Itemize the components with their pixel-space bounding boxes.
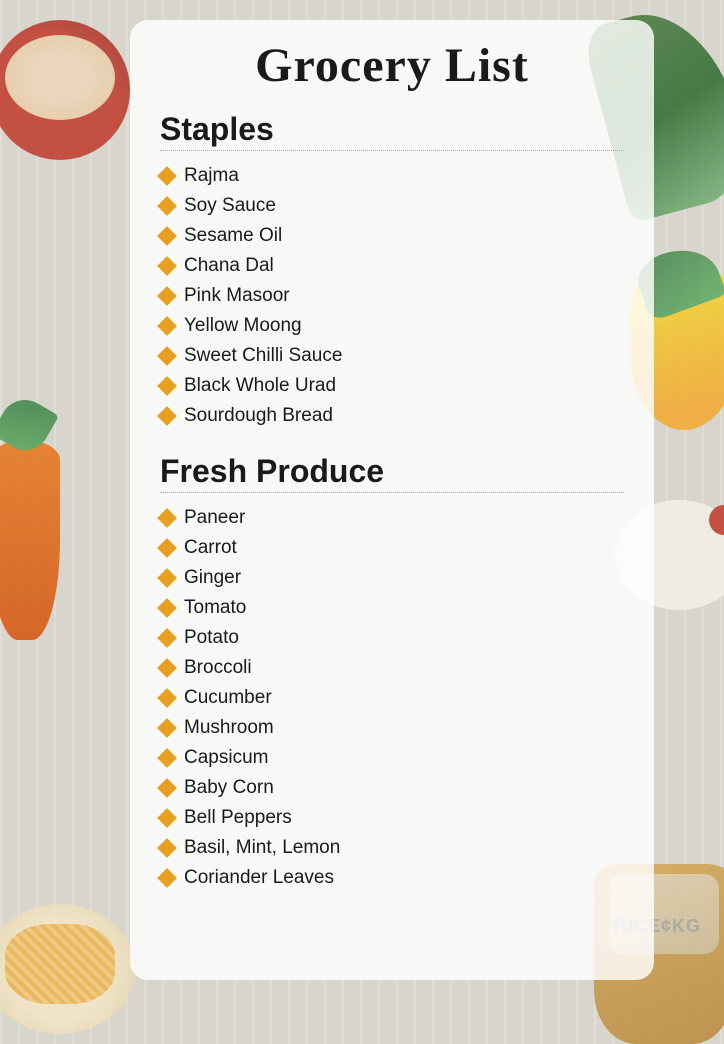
fresh-produce-divider — [160, 492, 624, 493]
diamond-icon — [157, 598, 177, 618]
item-label: Mushroom — [184, 717, 274, 739]
item-label: Potato — [184, 627, 239, 649]
item-label: Baby Corn — [184, 777, 274, 799]
fresh-produce-section-title: Fresh Produce — [160, 453, 624, 490]
staples-list: Rajma Soy Sauce Sesame Oil Chana Dal Pin… — [160, 161, 624, 431]
diamond-icon — [157, 226, 177, 246]
list-item: Carrot — [160, 533, 624, 563]
diamond-icon — [157, 868, 177, 888]
diamond-icon — [157, 406, 177, 426]
diamond-icon — [157, 286, 177, 306]
staples-divider — [160, 150, 624, 151]
list-item: Ginger — [160, 563, 624, 593]
item-label: Ginger — [184, 567, 241, 589]
list-item: Sourdough Bread — [160, 401, 624, 431]
list-item: Potato — [160, 623, 624, 653]
content-card: Grocery List Staples Rajma Soy Sauce Ses… — [130, 20, 654, 980]
item-label: Black Whole Urad — [184, 375, 336, 397]
list-item: Mushroom — [160, 713, 624, 743]
list-item: Paneer — [160, 503, 624, 533]
diamond-icon — [157, 376, 177, 396]
item-label: Rajma — [184, 165, 239, 187]
diamond-icon — [157, 628, 177, 648]
item-label: Tomato — [184, 597, 246, 619]
item-label: Capsicum — [184, 747, 268, 769]
list-item: Coriander Leaves — [160, 863, 624, 893]
item-label: Basil, Mint, Lemon — [184, 837, 340, 859]
item-label: Broccoli — [184, 657, 252, 679]
list-item: Capsicum — [160, 743, 624, 773]
item-label: Pink Masoor — [184, 285, 290, 307]
list-item: Tomato — [160, 593, 624, 623]
diamond-icon — [157, 838, 177, 858]
item-label: Sweet Chilli Sauce — [184, 345, 342, 367]
diamond-icon — [157, 778, 177, 798]
fresh-produce-list: Paneer Carrot Ginger Tomato Potato Brocc… — [160, 503, 624, 893]
list-item: Sweet Chilli Sauce — [160, 341, 624, 371]
list-item: Yellow Moong — [160, 311, 624, 341]
item-label: Paneer — [184, 507, 245, 529]
page-wrapper: Grocery List Staples Rajma Soy Sauce Ses… — [0, 20, 724, 1044]
deco-carrot-icon — [0, 440, 60, 640]
item-label: Coriander Leaves — [184, 867, 334, 889]
list-item: Black Whole Urad — [160, 371, 624, 401]
diamond-icon — [157, 748, 177, 768]
list-item: Basil, Mint, Lemon — [160, 833, 624, 863]
diamond-icon — [157, 688, 177, 708]
list-item: Soy Sauce — [160, 191, 624, 221]
diamond-icon — [157, 256, 177, 276]
item-label: Sesame Oil — [184, 225, 282, 247]
diamond-icon — [157, 196, 177, 216]
diamond-icon — [157, 808, 177, 828]
list-item: Chana Dal — [160, 251, 624, 281]
item-label: Bell Peppers — [184, 807, 292, 829]
list-item: Pink Masoor — [160, 281, 624, 311]
diamond-icon — [157, 166, 177, 186]
item-label: Chana Dal — [184, 255, 274, 277]
list-item: Rajma — [160, 161, 624, 191]
deco-bowl-icon — [0, 20, 130, 160]
diamond-icon — [157, 538, 177, 558]
item-label: Cucumber — [184, 687, 272, 709]
page-title: Grocery List — [160, 38, 624, 93]
deco-pasta-icon — [0, 904, 135, 1034]
list-item: Bell Peppers — [160, 803, 624, 833]
diamond-icon — [157, 658, 177, 678]
list-item: Cucumber — [160, 683, 624, 713]
item-label: Sourdough Bread — [184, 405, 333, 427]
staples-section-title: Staples — [160, 111, 624, 148]
diamond-icon — [157, 568, 177, 588]
list-item: Baby Corn — [160, 773, 624, 803]
diamond-icon — [157, 316, 177, 336]
list-item: Broccoli — [160, 653, 624, 683]
diamond-icon — [157, 508, 177, 528]
diamond-icon — [157, 718, 177, 738]
item-label: Yellow Moong — [184, 315, 302, 337]
diamond-icon — [157, 346, 177, 366]
item-label: Soy Sauce — [184, 195, 276, 217]
item-label: Carrot — [184, 537, 237, 559]
list-item: Sesame Oil — [160, 221, 624, 251]
